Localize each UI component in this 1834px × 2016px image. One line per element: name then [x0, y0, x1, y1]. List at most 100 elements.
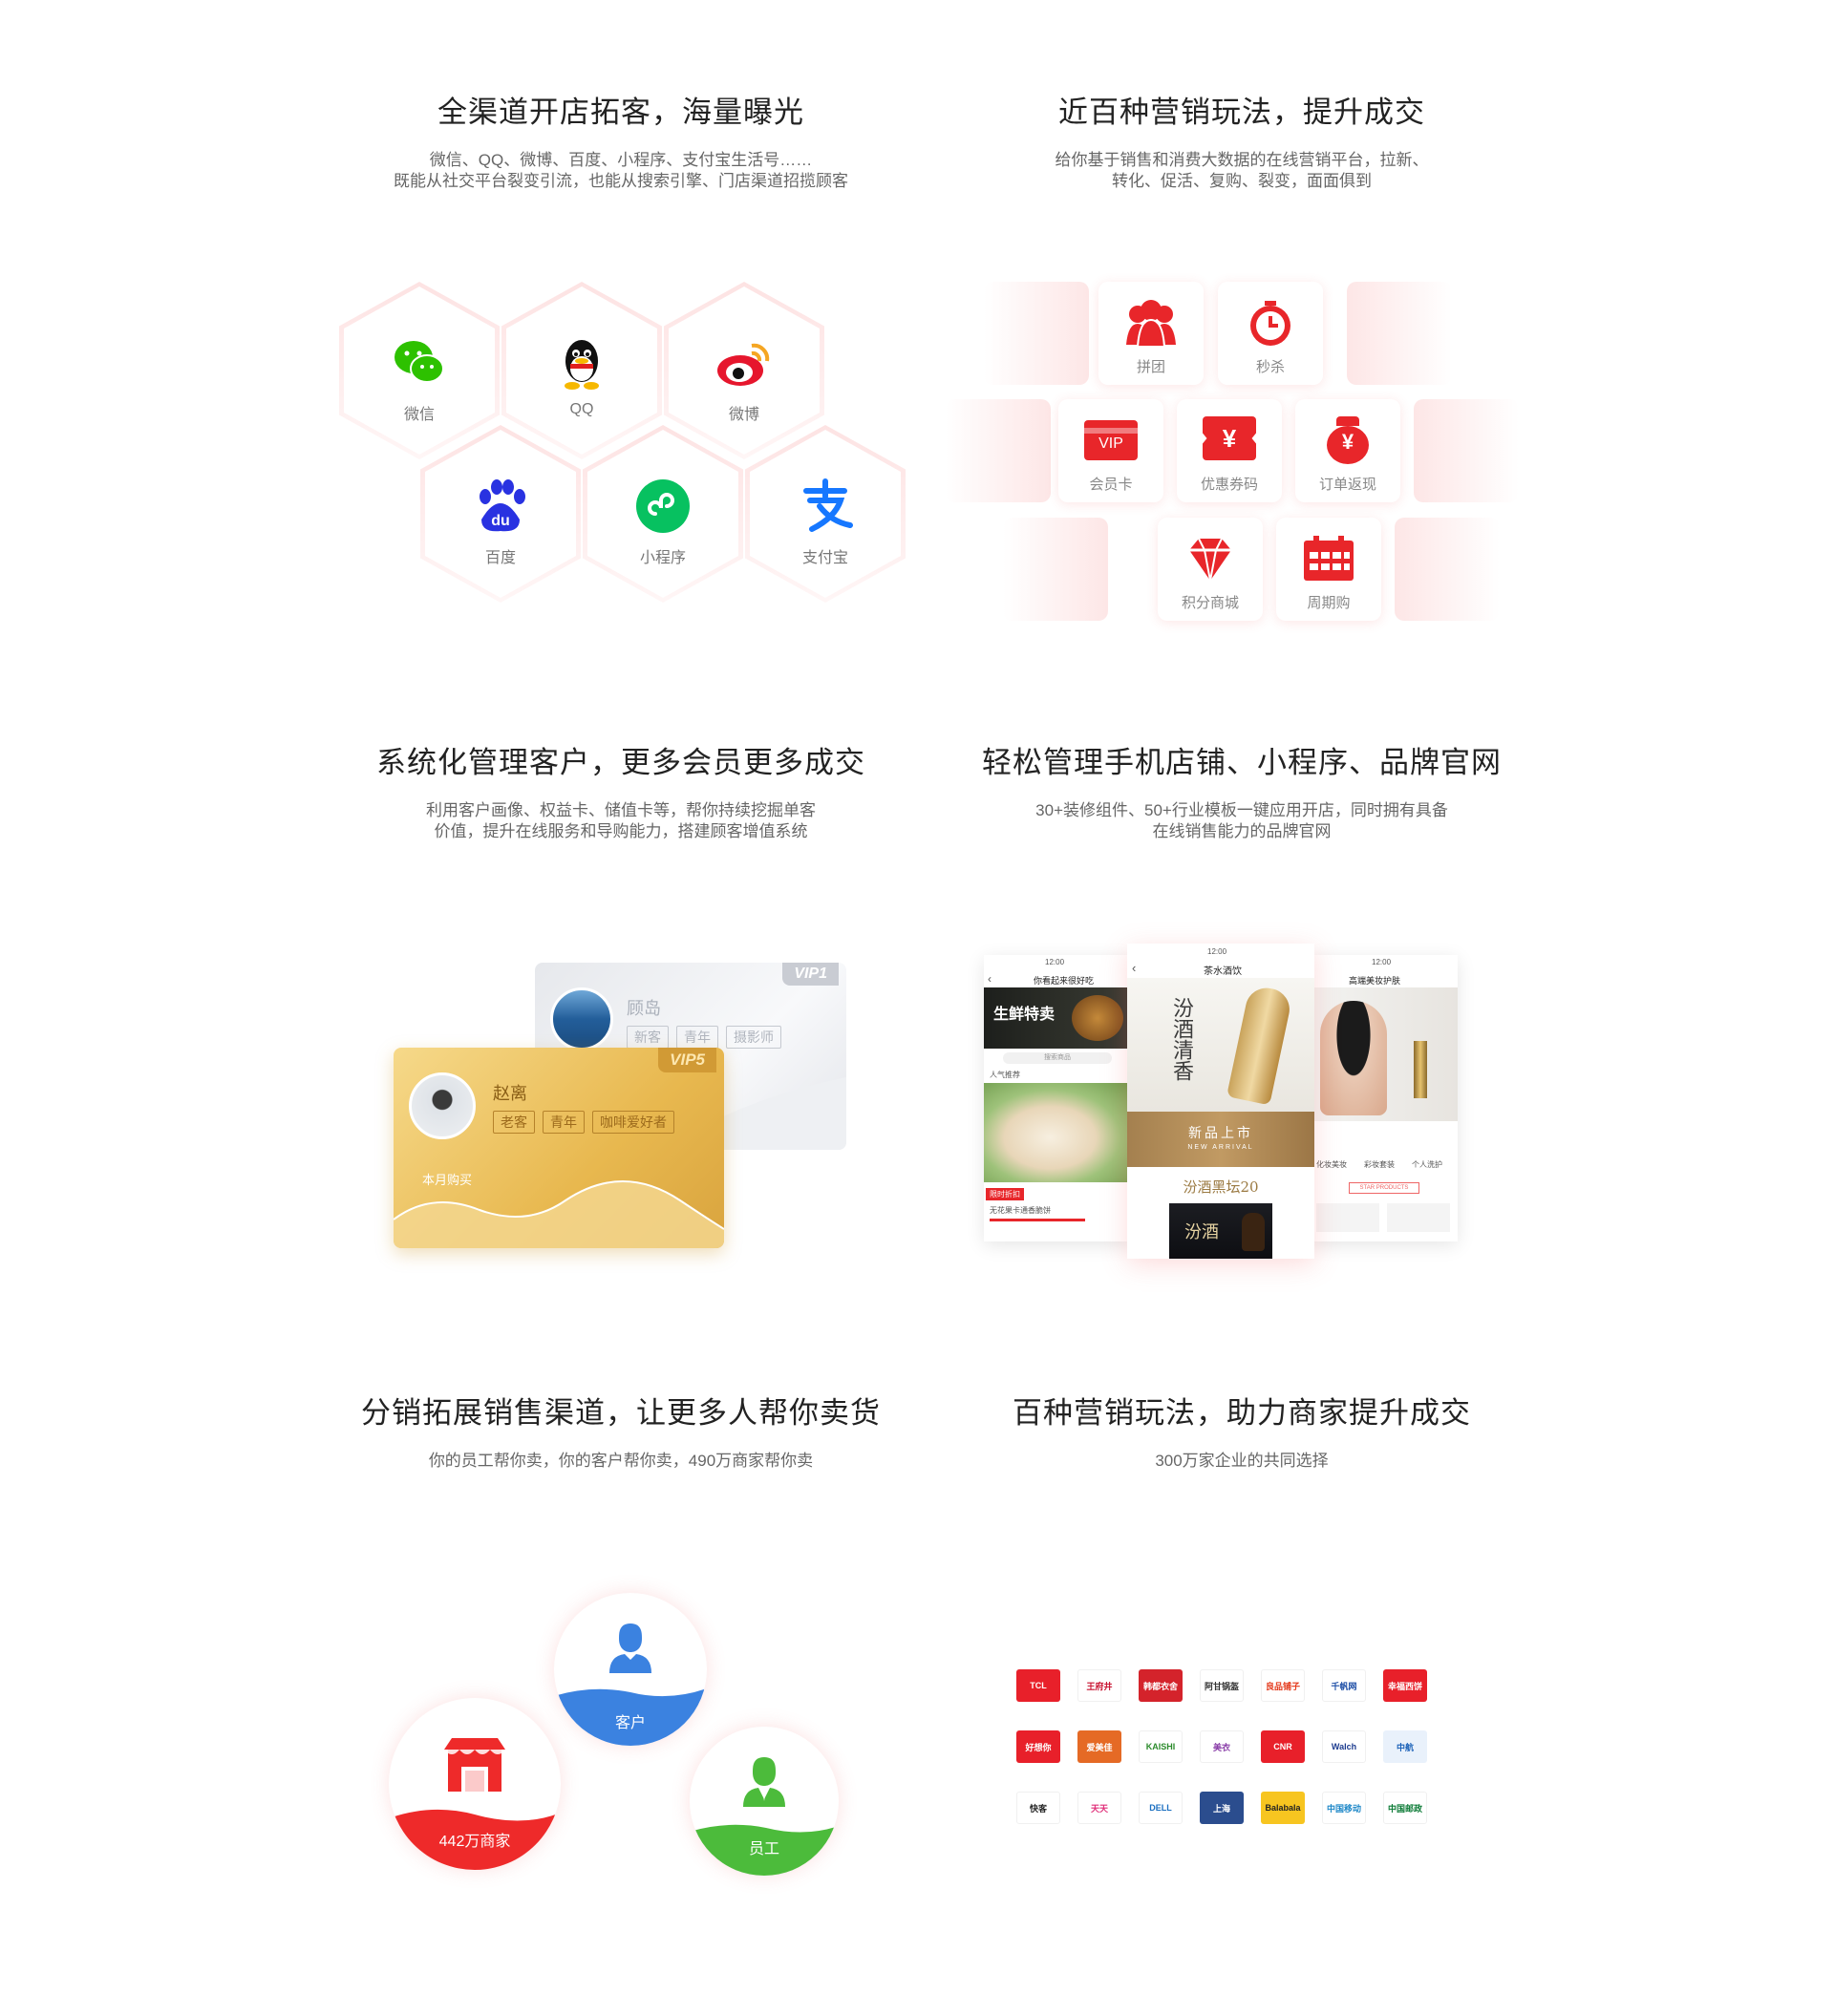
distribution-customers[interactable]: 客户	[554, 1593, 707, 1746]
marketing-tile-group: 拼团 秒杀 VIP 会员卡 ¥ 优惠券码 ¥ 订单返现 积分商城 周期购	[946, 279, 1519, 632]
marketing-label: 拼团	[1136, 359, 1165, 375]
phone-screen-cosmetics[interactable]: 12:00 高端美妆护肤 化妆美妆 彩妆套装 个人洗护 STAR PRODUCT…	[1311, 955, 1458, 1241]
member-tag: 新客	[627, 1026, 669, 1049]
coupon-icon: ¥	[1203, 416, 1256, 460]
desc-line: 给你基于销售和消费大数据的在线营销平台，拉新、	[1055, 151, 1429, 169]
vip-badge: VIP	[1098, 435, 1123, 452]
section-desc: 微信、QQ、微博、百度、小程序、支付宝生活号…… 既能从社交平台裂变引流，也能从…	[325, 150, 917, 192]
band-subtitle: NEW ARRIVAL	[1187, 1144, 1254, 1151]
channel-label: 百度	[484, 550, 516, 566]
periodic-buy-icon	[1304, 536, 1354, 581]
desc-line: 微信、QQ、微博、百度、小程序、支付宝生活号……	[429, 151, 813, 169]
marketing-vip-card[interactable]: VIP 会员卡	[1058, 399, 1163, 502]
brand-logo: TCL	[1016, 1669, 1060, 1702]
qq-icon	[565, 340, 599, 390]
section-desc: 你的员工帮你卖，你的客户帮你卖，490万商家帮你卖	[325, 1451, 917, 1472]
ghost-tile	[1003, 518, 1108, 621]
promo-badge: 限时折扣	[986, 1188, 1024, 1200]
member-tag: 青年	[543, 1111, 585, 1134]
category-label[interactable]: 个人洗护	[1412, 1159, 1442, 1170]
products-button[interactable]: STAR PRODUCTS	[1349, 1182, 1419, 1194]
points-mall-icon	[1189, 538, 1231, 582]
member-tag: 老客	[493, 1111, 535, 1134]
marketing-label: 优惠券码	[1200, 477, 1258, 493]
channel-qq[interactable]: QQ	[501, 282, 662, 459]
category-label[interactable]: 彩妆套装	[1364, 1159, 1395, 1170]
phone-screen-liquor[interactable]: 12:00 茶水酒饮 ‹ 汾酒清香 新品上市 NEW ARRIVAL 汾酒黑坛2…	[1127, 944, 1314, 1259]
desc-line: 在线销售能力的品牌官网	[1152, 822, 1332, 840]
product-image	[1311, 987, 1458, 1121]
back-icon[interactable]: ‹	[1132, 961, 1136, 975]
channel-alipay[interactable]: 支付宝	[745, 425, 906, 603]
group-buy-icon	[1126, 300, 1176, 348]
wechat-icon	[395, 341, 444, 383]
marketing-points-mall[interactable]: 积分商城	[1158, 518, 1263, 621]
brand-logo: DELL	[1139, 1792, 1183, 1824]
channel-label: QQ	[569, 401, 594, 417]
employee-icon	[743, 1757, 785, 1807]
brand-logo: 韩都衣舍	[1139, 1669, 1183, 1702]
ghost-tile	[984, 282, 1089, 385]
marketing-label: 秒杀	[1255, 359, 1285, 375]
back-icon[interactable]: ‹	[988, 972, 992, 986]
marketing-flash-sale[interactable]: 秒杀	[1218, 282, 1323, 385]
vip-card-front[interactable]: VIP5 赵离 老客 青年 咖啡爱好者 本月购买	[394, 1048, 724, 1248]
brand-logo: 中航	[1383, 1730, 1427, 1763]
card-wave	[394, 1180, 724, 1248]
search-input[interactable]: 搜索商品	[1003, 1052, 1112, 1064]
cashback-badge: ¥	[1341, 430, 1354, 454]
product-title: 汾酒黑坛20	[1183, 1178, 1259, 1196]
channel-miniprogram[interactable]: 小程序	[583, 425, 743, 603]
brand-logo: 中国邮政	[1383, 1792, 1427, 1824]
section-desc: 300万家企业的共同选择	[946, 1451, 1538, 1472]
channel-weibo[interactable]: 微博	[664, 282, 824, 459]
marketing-group-buy[interactable]: 拼团	[1098, 282, 1204, 385]
brand-logo: 好想你	[1016, 1730, 1060, 1763]
category-label[interactable]: 化妆美妆	[1316, 1159, 1347, 1170]
brand-logo: 天天	[1077, 1792, 1121, 1824]
member-name: 赵离	[493, 1084, 527, 1103]
hero-text: 汾酒清香	[1169, 997, 1193, 1081]
vip-card-icon: VIP	[1084, 420, 1138, 460]
member-tag: 咖啡爱好者	[592, 1111, 674, 1134]
banner-text: 生鲜特卖	[993, 1007, 1056, 1023]
channel-label: 微信	[403, 407, 435, 423]
desc-line: 转化、促活、复购、裂变，面面俱到	[1112, 172, 1372, 190]
member-name: 顾岛	[627, 999, 661, 1018]
marketing-cashback[interactable]: ¥ 订单返现	[1295, 399, 1400, 502]
brand-logo: Walch	[1322, 1730, 1366, 1763]
brand-logo: 美衣	[1200, 1730, 1244, 1763]
new-arrival-band: 新品上市 NEW ARRIVAL	[1127, 1112, 1314, 1167]
section-brands: 百种营销玩法，助力商家提升成交 300万家企业的共同选择	[946, 1389, 1538, 1472]
status-time: 12:00	[1372, 958, 1392, 966]
section-marketing: 近百种营销玩法，提升成交 给你基于销售和消费大数据的在线营销平台，拉新、 转化、…	[946, 88, 1538, 192]
avatar	[550, 987, 613, 1050]
section-title: 百种营销玩法，助力商家提升成交	[1013, 1396, 1471, 1430]
marketing-periodic-buy[interactable]: 周期购	[1276, 518, 1381, 621]
section-title: 全渠道开店拓客，海量曝光	[437, 95, 804, 129]
customer-icon	[609, 1623, 651, 1673]
distribution-merchants[interactable]: 442万商家	[389, 1698, 561, 1870]
band-title: 新品上市	[1188, 1125, 1253, 1140]
circle-label: 442万商家	[438, 1834, 511, 1850]
section-desc: 给你基于销售和消费大数据的在线营销平台，拉新、 转化、促活、复购、裂变，面面俱到	[946, 150, 1538, 192]
brand-logo: 良品铺子	[1261, 1669, 1305, 1702]
channel-baidu[interactable]: du 百度	[420, 425, 581, 603]
marketing-label: 周期购	[1307, 595, 1351, 611]
brand-logo: 王府井	[1077, 1669, 1121, 1702]
brand-logo: 中国移动	[1322, 1792, 1366, 1824]
alipay-icon	[803, 478, 853, 532]
distribution-employees[interactable]: 员工	[690, 1727, 839, 1876]
section-omnichannel: 全渠道开店拓客，海量曝光 微信、QQ、微博、百度、小程序、支付宝生活号…… 既能…	[325, 88, 917, 192]
ghost-tile	[1395, 518, 1500, 621]
cashback-icon: ¥	[1327, 416, 1369, 464]
phone-screen-fresh[interactable]: 12:00 你看起来很好吃 ‹ 生鲜特卖 搜索商品 人气推荐 限时折扣 无花果卡…	[984, 955, 1131, 1241]
status-time: 12:00	[1207, 947, 1227, 956]
brand-logo: 千帆网	[1322, 1669, 1366, 1702]
marketing-coupon[interactable]: ¥ 优惠券码	[1177, 399, 1282, 502]
page: 全渠道开店拓客，海量曝光 微信、QQ、微博、百度、小程序、支付宝生活号…… 既能…	[0, 0, 1834, 2016]
nav-title: 茶水酒饮	[1204, 966, 1242, 977]
circle-label: 客户	[614, 1715, 646, 1731]
channel-wechat[interactable]: 微信	[339, 282, 500, 459]
nav-title: 高端美妆护肤	[1349, 976, 1401, 986]
